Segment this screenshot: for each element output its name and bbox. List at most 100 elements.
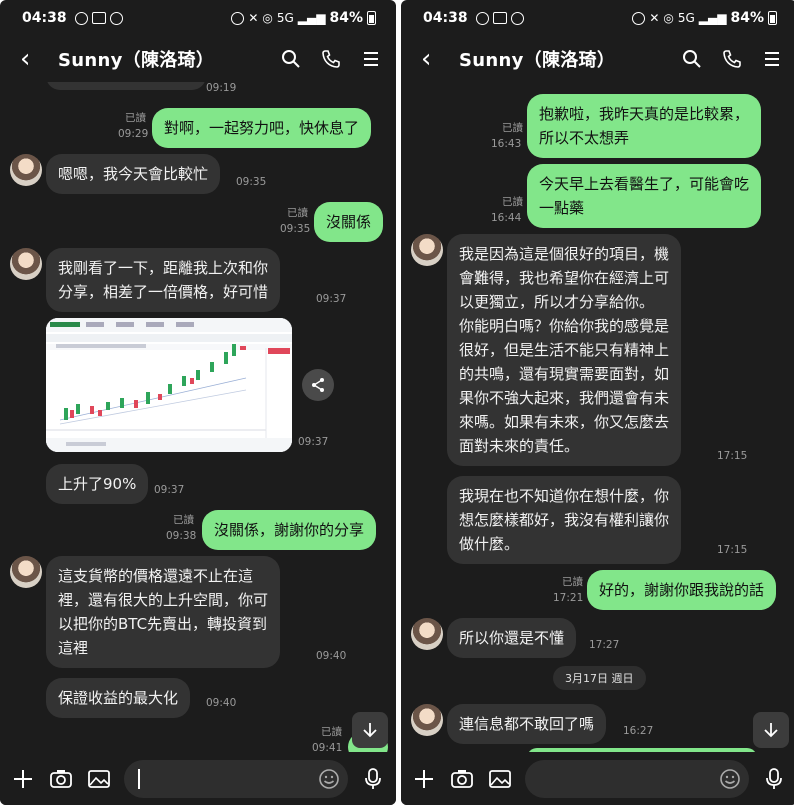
alarm-status-icon [632,11,646,25]
message-time: 09:40 [316,650,347,662]
message-time: 17:15 [717,544,748,556]
read-receipt: 已讀 [173,514,194,526]
read-receipt: 已讀 [562,576,583,588]
chevron-left-icon[interactable]: ‹ [421,46,447,72]
emoji-icon[interactable] [719,768,741,790]
message-bubble-outgoing[interactable]: 沒關係，謝謝你的分享 [202,510,377,550]
message-time: 09:37 [316,293,347,305]
message-time: 09:29 [118,128,149,140]
message-bubble-outgoing[interactable]: 沒關係 [314,202,384,242]
message-list[interactable]: 已讀 16:43 抱歉啦，我昨天真的是比較累， 所以不太想弄 已讀 16:44 … [401,82,794,752]
avatar[interactable] [411,234,443,266]
message-bubble-incoming[interactable]: 所以你還是不懂 [447,618,577,658]
message-time: 16:43 [491,138,522,150]
message-bubble-outgoing[interactable]: 抱歉啦，我昨天真的是比較累， 所以不太想弄 [527,94,762,158]
message-bubble-outgoing[interactable]: 好的，謝謝你跟我說的話 [587,570,777,610]
chat-header: ‹ Sunny（陳洛琦） [401,36,794,82]
message-bubble-incoming[interactable]: 保證收益的最大化 [46,678,191,718]
message-time: 09:35 [280,223,311,235]
message-bubble-incoming[interactable]: 嗯嗯，我今天會比較忙 [46,154,221,194]
message-bubble-outgoing[interactable]: 今天早上去看醫生了，可能會吃 一點藥 [527,164,762,228]
avatar[interactable] [10,154,42,186]
signal-icon: ▂▄▆ [698,11,727,25]
chat-title: Sunny（陳洛琦） [58,50,215,71]
avatar[interactable] [411,618,443,650]
arrow-down-icon[interactable] [352,712,388,748]
mute-icon: ✕ [248,11,259,25]
message-bubble-incoming[interactable]: 我是因為這是個很好的項目，機 會難得，我也希望你在經濟上可 以更獨立，所以才分享… [447,234,682,466]
read-receipt: 已讀 [502,196,523,208]
message-bubble-incoming[interactable]: 我剛看了一下，距離我上次和你 分享，相差了一倍價格，好可惜 [46,248,281,312]
avatar[interactable] [411,704,443,736]
microphone-icon[interactable] [761,766,787,792]
phone-icon[interactable] [320,48,342,70]
search-icon[interactable] [681,48,703,70]
message-time: 16:27 [623,725,654,737]
input-bar [0,753,396,805]
avatar[interactable] [10,556,42,588]
message-time: 17:21 [553,592,584,604]
gallery-notification-icon [91,11,106,24]
microphone-icon[interactable] [360,766,386,792]
status-time: 04:38 [22,10,67,26]
camera-icon[interactable] [449,766,475,792]
camera-icon[interactable] [48,766,74,792]
date-separator: 3月17日 週日 [553,666,646,690]
text-cursor [138,769,140,789]
chart-image[interactable] [46,318,292,452]
share-icon[interactable] [302,369,334,401]
menu-icon[interactable] [360,48,382,70]
chat-header: ‹ Sunny（陳洛琦） [0,36,396,82]
message-bubble-incoming[interactable]: 我現在也不知道你在想什麼，你 想怎麼樣都好，我沒有權利讓你 做什麼。 [447,476,682,564]
arrow-down-icon[interactable] [753,712,789,748]
message-time: 09:41 [312,742,343,752]
alarm-icon [510,11,524,25]
plus-icon[interactable] [10,766,36,792]
signal-icon: ▂▄▆ [297,11,326,25]
message-time: 17:15 [717,450,748,462]
message-input[interactable] [124,760,348,798]
message-time: 09:37 [298,436,329,448]
battery-level: 84% [730,10,764,26]
image-icon[interactable] [487,766,513,792]
mute-icon: ✕ [649,11,660,25]
phone-icon[interactable] [721,48,743,70]
message-list[interactable]: 09:19 已讀 09:29 對啊，一起努力吧，快休息了 嗯嗯，我今天會比較忙 … [0,82,396,752]
gallery-notification-icon [492,11,507,24]
status-bar: 04:38 ✕ ◎ 5G ▂▄▆ 84% [401,0,794,36]
message-time: 16:44 [491,212,522,224]
message-bubble-outgoing[interactable]: 對啊，一起努力吧，快休息了 [152,108,372,148]
alarm-icon [109,11,123,25]
message-bubble-cutoff [46,82,206,90]
read-receipt: 已讀 [287,207,308,219]
avatar[interactable] [10,248,42,280]
chat-notification-icon [475,11,489,25]
battery-icon [367,11,376,25]
chevron-left-icon[interactable]: ‹ [20,46,46,72]
chat-title: Sunny（陳洛琦） [459,50,616,71]
message-bubble-incoming[interactable]: 連信息都不敢回了嗎 [447,704,607,744]
read-receipt: 已讀 [125,112,146,124]
battery-level: 84% [329,10,363,26]
message-time: 09:40 [206,697,237,709]
chat-screen-left: 04:38 ✕ ◎ 5G ▂▄▆ 84% ‹ Sunny（陳洛琦） 09:19 … [0,0,396,805]
message-bubble-incoming[interactable]: 上升了90% [46,464,149,504]
search-icon[interactable] [280,48,302,70]
message-time: 09:37 [154,484,185,496]
hotspot-icon: ◎ [262,11,273,25]
plus-icon[interactable] [411,766,437,792]
input-bar [401,753,794,805]
image-icon[interactable] [86,766,112,792]
chat-notification-icon [74,11,88,25]
message-input[interactable] [525,760,749,798]
emoji-icon[interactable] [318,768,340,790]
network-type: 5G [677,11,695,25]
status-bar: 04:38 ✕ ◎ 5G ▂▄▆ 84% [0,0,396,36]
message-bubble-outgoing[interactable] [527,748,757,752]
message-time: 17:27 [589,639,620,651]
menu-icon[interactable] [761,48,783,70]
message-bubble-incoming[interactable]: 這支貨幣的價格還遠不止在這 裡，還有很大的上升空間，你可 以把你的BTC先賣出，… [46,556,281,668]
battery-icon [768,11,777,25]
network-type: 5G [276,11,294,25]
alarm-status-icon [231,11,245,25]
